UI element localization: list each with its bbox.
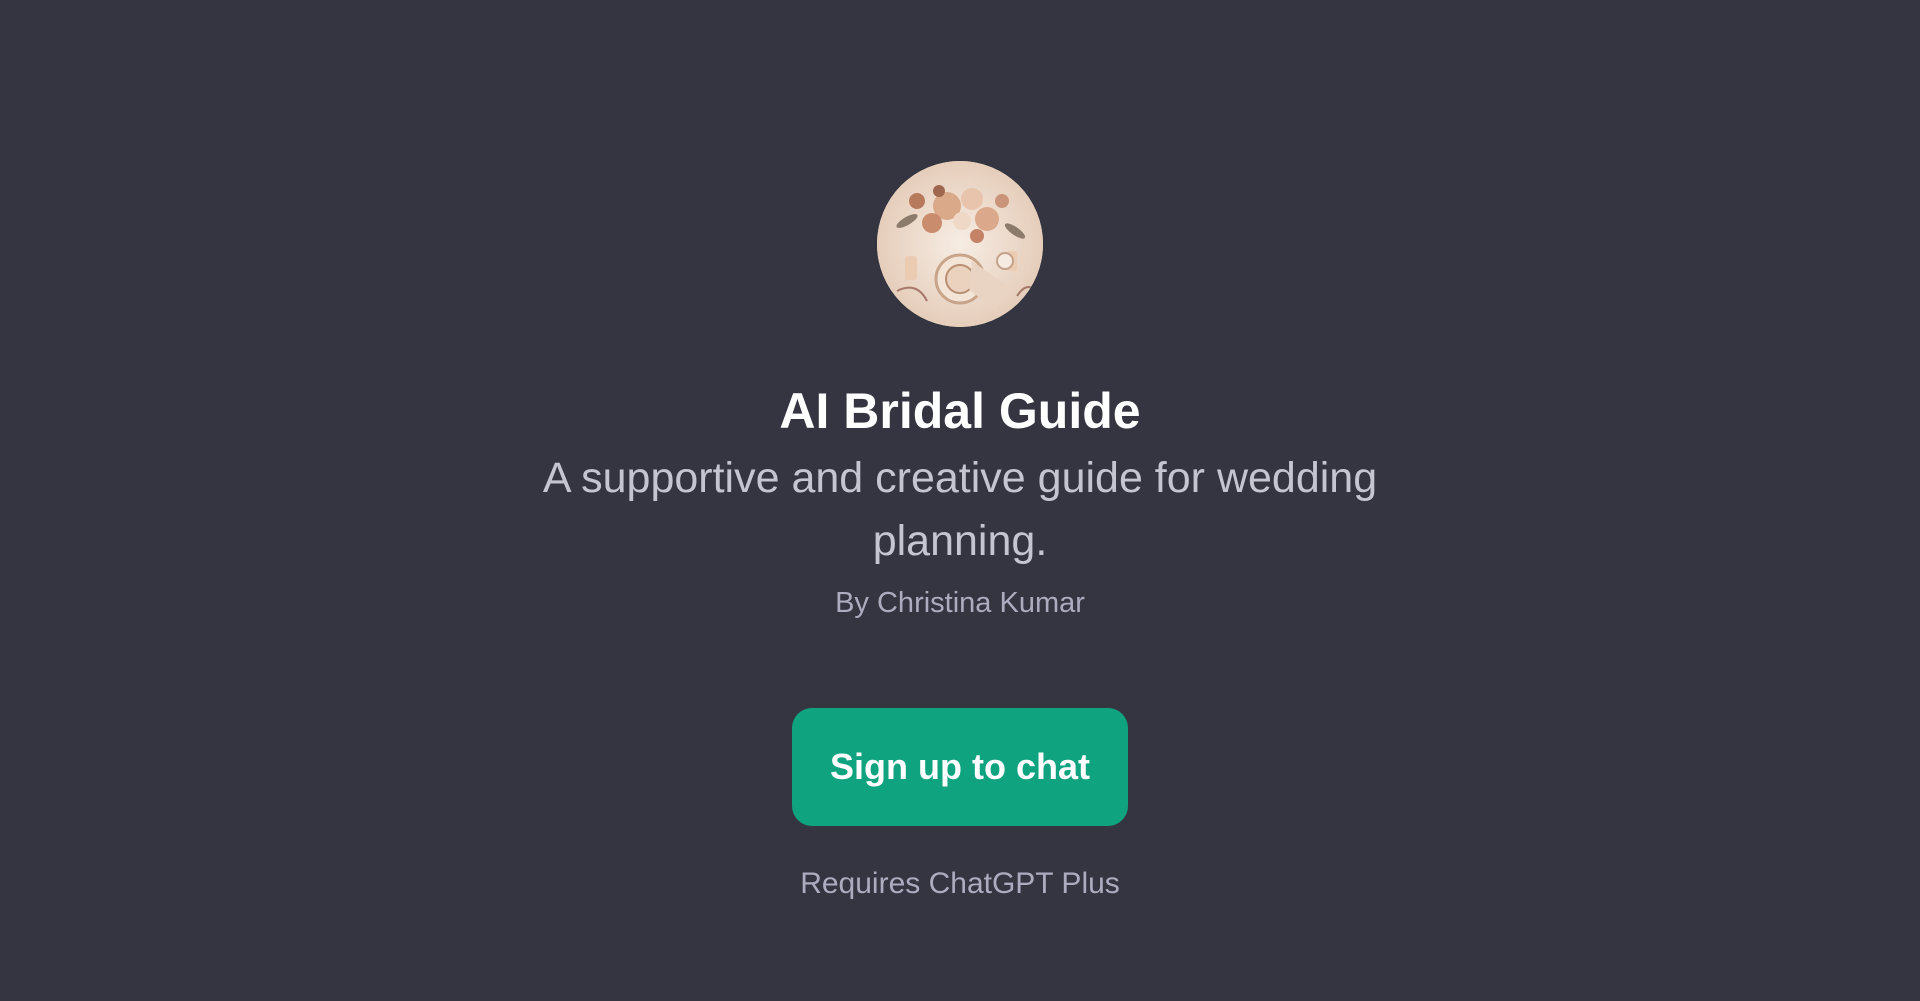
gpt-author: By Christina Kumar	[835, 587, 1085, 619]
sign-up-button[interactable]: Sign up to chat	[792, 708, 1128, 826]
plan-requirement-note: Requires ChatGPT Plus	[800, 867, 1120, 900]
floral-table-setting-icon	[877, 161, 1043, 327]
gpt-profile: AI Bridal Guide A supportive and creativ…	[0, 0, 1920, 904]
gpt-landing-page: AI Bridal Guide A supportive and creativ…	[0, 0, 1920, 1001]
gpt-description: A supportive and creative guide for wedd…	[542, 454, 1378, 565]
gpt-title: AI Bridal Guide	[779, 383, 1141, 439]
gpt-avatar	[877, 161, 1043, 327]
